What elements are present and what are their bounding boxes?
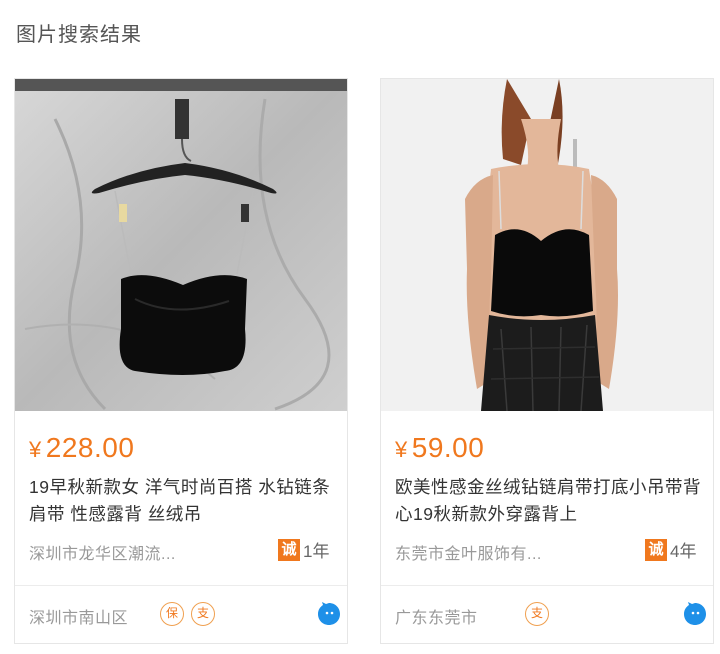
seller-location: 广东东莞市 xyxy=(395,610,478,627)
product-price: ¥59.00 xyxy=(395,432,485,463)
product-photo-hanger xyxy=(15,79,347,411)
product-title[interactable]: 欧美性感金丝绒钻链肩带打底小吊带背心19秋新款外穿露背上 xyxy=(395,474,705,528)
chat-icon[interactable] xyxy=(316,601,342,627)
chat-icon[interactable] xyxy=(682,601,708,627)
product-image[interactable] xyxy=(381,79,713,411)
alipay-badge-icon: 支 xyxy=(191,602,215,626)
product-card-2[interactable]: ¥59.00 欧美性感金丝绒钻链肩带打底小吊带背心19秋新款外穿露背上 东莞市金… xyxy=(380,78,714,644)
chengxintong-badge: 诚 1年 xyxy=(278,537,329,562)
card-divider xyxy=(381,585,713,586)
product-price: ¥228.00 xyxy=(29,432,135,463)
chengxintong-icon: 诚 xyxy=(645,538,667,561)
chengxintong-badge: 诚 4年 xyxy=(645,537,696,562)
seller-location: 深圳市南山区 xyxy=(29,610,129,627)
membership-years: 4年 xyxy=(670,542,697,561)
membership-years: 1年 xyxy=(303,542,330,561)
product-card-1[interactable]: ¥228.00 19早秋新款女 洋气时尚百搭 水钻链条肩带 性感露背 丝绒吊 深… xyxy=(14,78,348,644)
alipay-badge-icon: 支 xyxy=(525,602,549,626)
seller-company[interactable]: 东莞市金叶服饰有... xyxy=(395,540,542,564)
product-photo-model xyxy=(381,79,713,411)
guarantee-badge-icon: 保 xyxy=(160,602,184,626)
product-title[interactable]: 19早秋新款女 洋气时尚百搭 水钻链条肩带 性感露背 丝绒吊 xyxy=(29,474,339,528)
product-image[interactable] xyxy=(15,79,347,411)
seller-company[interactable]: 深圳市龙华区潮流... xyxy=(29,540,176,564)
page-title: 图片搜索结果 xyxy=(16,24,142,46)
card-divider xyxy=(15,585,347,586)
chengxintong-icon: 诚 xyxy=(278,538,300,561)
